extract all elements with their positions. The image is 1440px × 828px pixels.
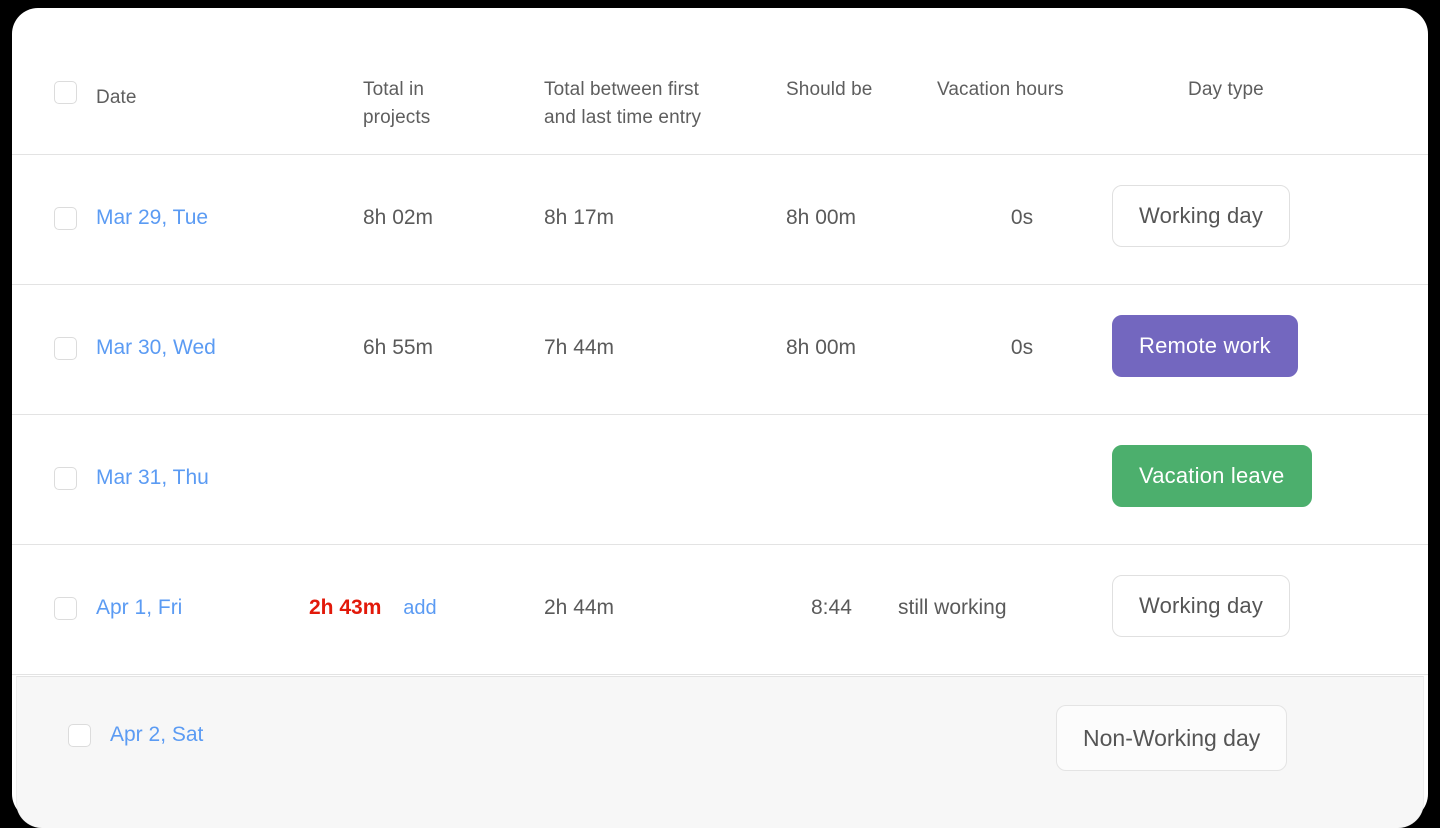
row-checkbox[interactable] [68, 724, 91, 747]
cell-should-be: 8h 00m [786, 336, 857, 359]
table-row: Apr 1, Fri 2h 43m add 2h 44m 8:44 still … [12, 545, 1428, 675]
column-header-total-line2: projects [363, 107, 431, 128]
cell-date[interactable]: Apr 2, Sat [110, 723, 203, 747]
select-all-checkbox[interactable] [54, 81, 77, 104]
cell-total-between: 8h 17m [544, 206, 615, 229]
cell-vacation-hours-value: 0s [1010, 206, 1034, 229]
cell-total-in-projects: 2h 43m add [309, 594, 437, 622]
row-checkbox-wrap[interactable] [54, 337, 77, 360]
column-header-between-line2: and last time entry [544, 107, 702, 128]
cell-total-in-projects: 6h 55m [363, 336, 434, 359]
column-header-total-in-projects[interactable]: Total in projects [363, 76, 513, 132]
cell-total-between: 7h 44m [544, 336, 615, 359]
cell-date[interactable]: Mar 31, Thu [96, 464, 209, 492]
table-header-row: Date Total in projects Total between fir… [12, 8, 1428, 155]
column-header-date[interactable]: Date [96, 84, 137, 112]
total-in-projects-value: 2h 43m [309, 596, 382, 619]
table-row: Mar 30, Wed 6h 55m 7h 44m 8h 00m 0s Remo… [12, 285, 1428, 415]
table-row: Mar 31, Thu Vacation leave [12, 415, 1428, 545]
column-header-total-line1: Total in [363, 79, 425, 100]
column-header-vacation-hours[interactable]: Vacation hours [937, 76, 1107, 104]
cell-should-be: 8:44 [811, 596, 852, 619]
cell-day-type: Working day [1112, 185, 1291, 247]
cell-vacation-hours-value: 0s [1010, 336, 1034, 359]
select-all-checkbox-wrap[interactable] [54, 81, 77, 104]
column-header-day-type-label: Day type [1188, 79, 1264, 100]
screenshot-stage: Date Total in projects Total between fir… [0, 0, 1440, 828]
column-header-vacation-hours-label: Vacation hours [937, 79, 1064, 100]
day-type-badge[interactable]: Working day [1112, 575, 1291, 637]
row-checkbox[interactable] [54, 207, 77, 230]
cell-date[interactable]: Mar 30, Wed [96, 334, 216, 362]
row-checkbox[interactable] [54, 337, 77, 360]
row-checkbox[interactable] [54, 597, 77, 620]
day-type-badge[interactable]: Remote work [1112, 315, 1298, 377]
cell-should-be: 8h 00m [786, 206, 857, 229]
row-checkbox[interactable] [54, 467, 77, 490]
table-row: Mar 29, Tue 8h 02m 8h 17m 8h 00m 0s Work… [12, 155, 1428, 285]
column-header-day-type[interactable]: Day type [1188, 76, 1338, 104]
cell-date[interactable]: Apr 1, Fri [96, 594, 182, 622]
cell-vacation-hours: 0s [937, 204, 1107, 232]
cell-day-type: Vacation leave [1112, 445, 1312, 507]
row-checkbox-wrap[interactable] [54, 207, 77, 230]
column-header-between-line1: Total between first [544, 79, 700, 100]
cell-day-type: Non-Working day [1056, 705, 1288, 771]
day-type-badge[interactable]: Vacation leave [1112, 445, 1312, 507]
column-header-total-between[interactable]: Total between first and last time entry [544, 76, 754, 132]
cell-day-type: Remote work [1112, 315, 1298, 377]
column-header-should-be-label: Should be [786, 79, 873, 100]
cell-total-in-projects: 8h 02m [363, 206, 434, 229]
row-checkbox-wrap[interactable] [54, 467, 77, 490]
cell-vacation-hours: 0s [937, 334, 1107, 362]
day-type-badge[interactable]: Working day [1112, 185, 1291, 247]
column-header-should-be[interactable]: Should be [786, 76, 916, 104]
cell-vacation-hours: still working [898, 596, 1007, 619]
column-header-date-label: Date [96, 87, 137, 108]
row-checkbox-wrap[interactable] [54, 597, 77, 620]
day-type-badge[interactable]: Non-Working day [1056, 705, 1288, 771]
cell-date[interactable]: Mar 29, Tue [96, 204, 208, 232]
cell-total-between: 2h 44m [544, 596, 615, 619]
row-checkbox-wrap[interactable] [68, 724, 91, 747]
add-time-link[interactable]: add [403, 597, 436, 619]
cell-day-type: Working day [1112, 575, 1291, 637]
